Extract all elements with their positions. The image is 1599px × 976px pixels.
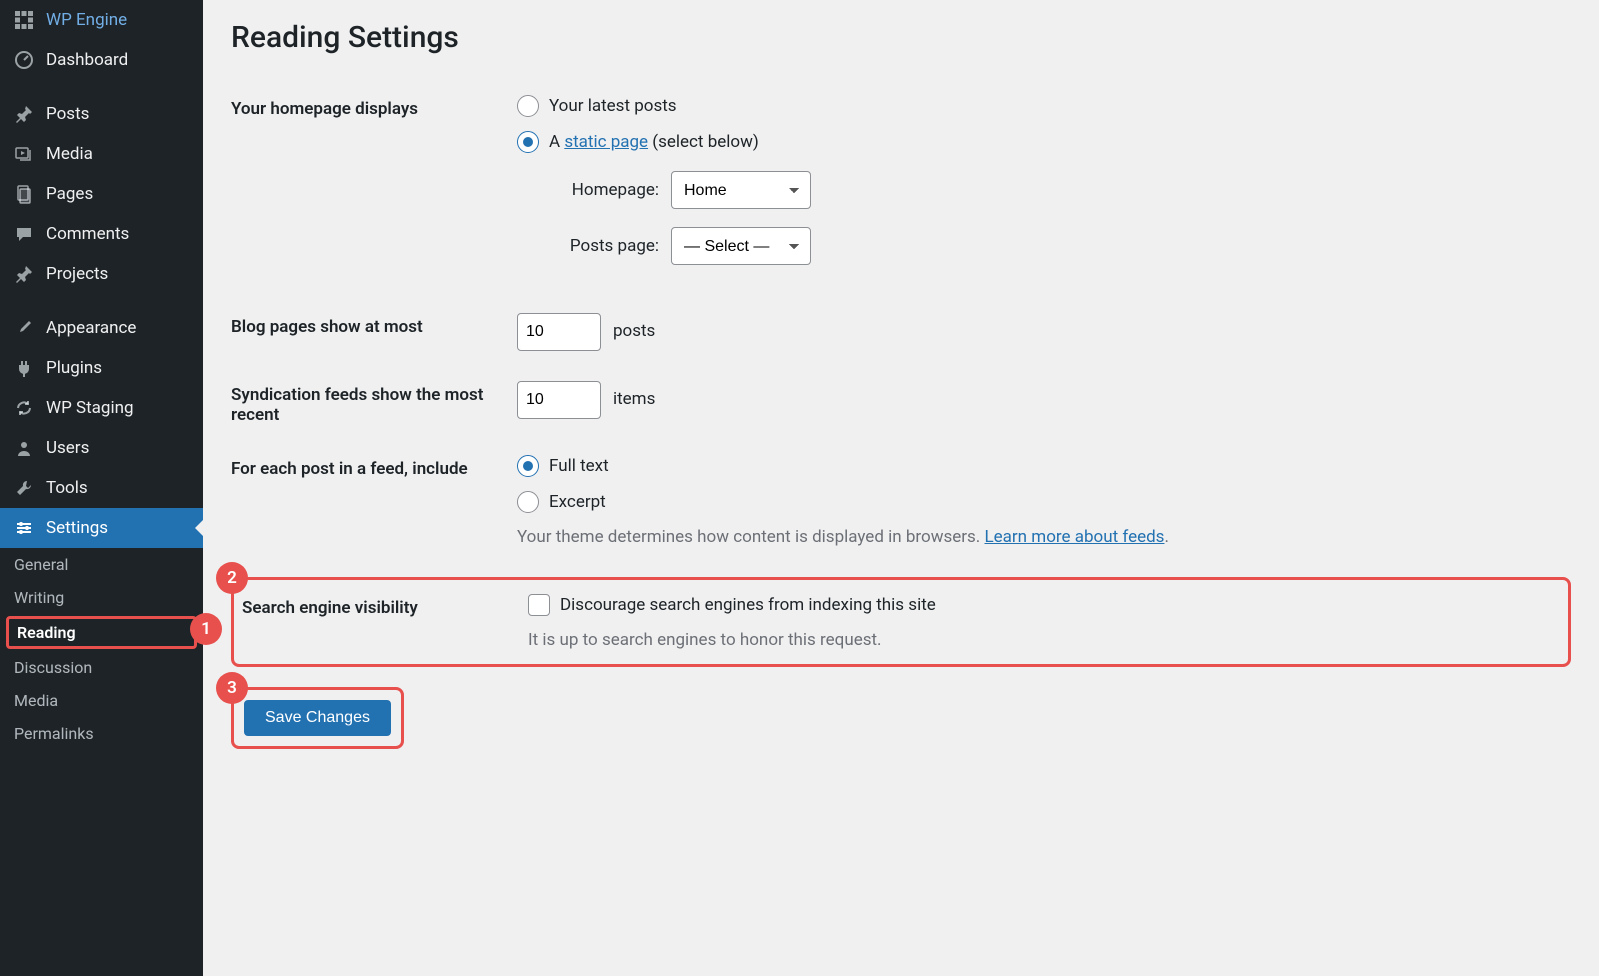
search-engine-visibility-highlight: 2 Search engine visibility Discourage se… <box>231 577 1571 667</box>
menu-label: Users <box>46 438 89 458</box>
radio-label: Excerpt <box>549 492 606 512</box>
radio-label: A static page (select below) <box>549 132 759 152</box>
posts-page-select-label: Posts page: <box>545 236 659 256</box>
menu-posts[interactable]: Posts <box>0 94 203 134</box>
page-title: Reading Settings <box>231 20 1571 55</box>
learn-feeds-link[interactable]: Learn more about feeds <box>985 527 1165 547</box>
feed-description: Your theme determines how content is dis… <box>517 527 1571 547</box>
dashboard-icon <box>14 50 34 70</box>
menu-label: Appearance <box>46 318 136 338</box>
homepage-select[interactable]: Home <box>671 171 811 209</box>
menu-label: Projects <box>46 264 108 284</box>
menu-wpengine[interactable]: WP Engine <box>0 0 203 40</box>
comments-icon <box>14 224 34 244</box>
user-icon <box>14 438 34 458</box>
wpengine-icon <box>14 10 34 30</box>
blog-pages-input[interactable] <box>517 313 601 351</box>
homepage-displays-row: Your homepage displays Your latest posts… <box>231 95 1571 283</box>
radio-icon[interactable] <box>517 455 539 477</box>
radio-icon[interactable] <box>517 131 539 153</box>
blog-pages-label: Blog pages show at most <box>231 313 517 337</box>
blog-pages-row: Blog pages show at most posts <box>231 313 1571 351</box>
menu-wpstaging[interactable]: WP Staging <box>0 388 203 428</box>
feed-include-row: For each post in a feed, include Full te… <box>231 455 1571 547</box>
radio-icon[interactable] <box>517 95 539 117</box>
menu-label: Comments <box>46 224 129 244</box>
menu-projects[interactable]: Projects <box>0 254 203 294</box>
annotation-badge-1: 1 <box>190 613 222 645</box>
submenu-label: Reading <box>17 623 76 642</box>
annotation-badge-3: 3 <box>216 672 248 704</box>
submenu-general[interactable]: General <box>0 548 203 581</box>
homepage-displays-label: Your homepage displays <box>231 95 517 119</box>
submenu-reading[interactable]: Reading 1 <box>6 616 197 649</box>
menu-plugins[interactable]: Plugins <box>0 348 203 388</box>
media-icon <box>14 144 34 164</box>
save-button-highlight: 3 Save Changes <box>231 687 404 749</box>
annotation-badge-2: 2 <box>216 562 248 594</box>
menu-label: Pages <box>46 184 93 204</box>
radio-static-page[interactable]: A static page (select below) <box>517 131 1571 153</box>
static-page-link[interactable]: static page <box>564 132 648 152</box>
menu-label: Dashboard <box>46 50 128 70</box>
checkbox-icon[interactable] <box>528 594 550 616</box>
menu-label: Plugins <box>46 358 102 378</box>
feed-include-label: For each post in a feed, include <box>231 455 517 479</box>
submenu-media[interactable]: Media <box>0 684 203 717</box>
plug-icon <box>14 358 34 378</box>
radio-label: Full text <box>549 456 609 476</box>
menu-comments[interactable]: Comments <box>0 214 203 254</box>
posts-page-select[interactable]: — Select — <box>671 227 811 265</box>
radio-full-text[interactable]: Full text <box>517 455 1571 477</box>
submenu-discussion[interactable]: Discussion <box>0 651 203 684</box>
pages-icon <box>14 184 34 204</box>
menu-appearance[interactable]: Appearance <box>0 308 203 348</box>
menu-pages[interactable]: Pages <box>0 174 203 214</box>
menu-tools[interactable]: Tools <box>0 468 203 508</box>
main-content: Reading Settings Your homepage displays … <box>203 0 1599 976</box>
pin-icon <box>14 264 34 284</box>
submenu-writing[interactable]: Writing <box>0 581 203 614</box>
refresh-icon <box>14 398 34 418</box>
radio-latest-posts[interactable]: Your latest posts <box>517 95 1571 117</box>
radio-excerpt[interactable]: Excerpt <box>517 491 1571 513</box>
menu-label: Tools <box>46 478 88 498</box>
menu-label: WP Staging <box>46 398 134 418</box>
menu-label: Settings <box>46 518 108 538</box>
radio-icon[interactable] <box>517 491 539 513</box>
admin-sidebar: WP Engine Dashboard Posts Media Pages Co… <box>0 0 203 976</box>
menu-label: WP Engine <box>46 10 127 30</box>
pin-icon <box>14 104 34 124</box>
homepage-select-label: Homepage: <box>545 180 659 200</box>
sev-description: It is up to search engines to honor this… <box>528 630 1560 650</box>
submenu-permalinks[interactable]: Permalinks <box>0 717 203 750</box>
syndication-suffix: items <box>613 389 655 409</box>
menu-label: Media <box>46 144 93 164</box>
radio-label: Your latest posts <box>549 96 677 116</box>
sev-row: Search engine visibility Discourage sear… <box>234 594 1568 650</box>
blog-pages-suffix: posts <box>613 321 655 341</box>
syndication-label: Syndication feeds show the most recent <box>231 381 517 425</box>
settings-submenu: General Writing Reading 1 Discussion Med… <box>0 548 203 758</box>
settings-icon <box>14 518 34 538</box>
save-changes-button[interactable]: Save Changes <box>244 700 391 736</box>
menu-settings[interactable]: Settings <box>0 508 203 548</box>
syndication-input[interactable] <box>517 381 601 419</box>
homepage-select-row: Homepage: Home <box>545 171 1571 209</box>
menu-dashboard[interactable]: Dashboard <box>0 40 203 80</box>
sev-checkbox-option[interactable]: Discourage search engines from indexing … <box>528 594 1560 616</box>
menu-label: Posts <box>46 104 89 124</box>
posts-page-select-row: Posts page: — Select — <box>545 227 1571 265</box>
sev-label: Search engine visibility <box>242 594 528 618</box>
syndication-row: Syndication feeds show the most recent i… <box>231 381 1571 425</box>
brush-icon <box>14 318 34 338</box>
wrench-icon <box>14 478 34 498</box>
menu-media[interactable]: Media <box>0 134 203 174</box>
checkbox-label: Discourage search engines from indexing … <box>560 595 936 615</box>
menu-users[interactable]: Users <box>0 428 203 468</box>
